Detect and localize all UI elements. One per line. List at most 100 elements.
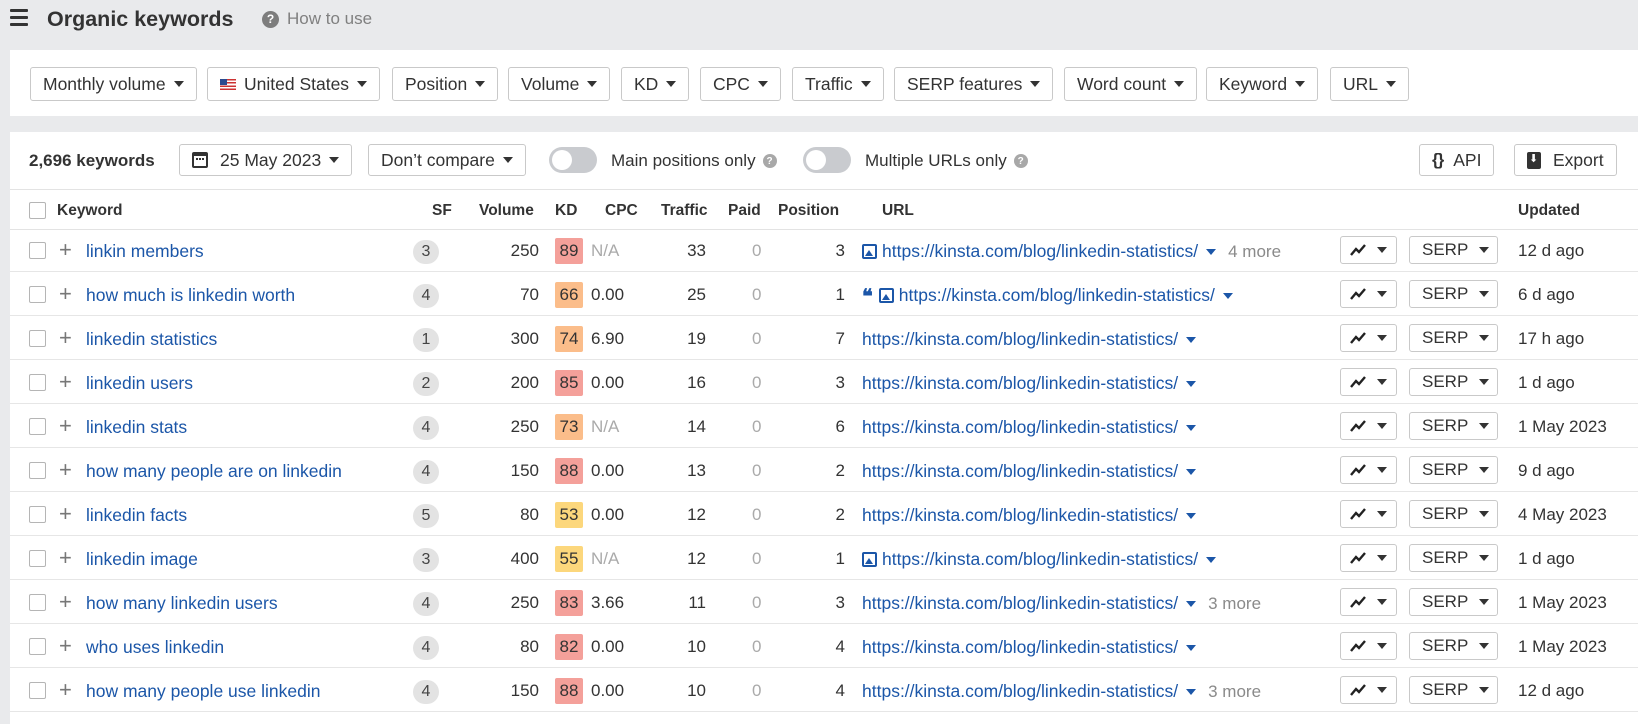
add-to-list-icon[interactable]: + bbox=[59, 327, 72, 349]
add-to-list-icon[interactable]: + bbox=[59, 459, 72, 481]
filter-monthly-volume[interactable]: Monthly volume bbox=[30, 67, 197, 101]
trend-chart-button[interactable] bbox=[1340, 588, 1397, 616]
serp-button[interactable]: SERP bbox=[1409, 456, 1498, 484]
sf-badge[interactable]: 2 bbox=[413, 372, 439, 396]
url-link[interactable]: https://kinsta.com/blog/linkedin-statist… bbox=[882, 241, 1198, 262]
col-volume[interactable]: Volume bbox=[479, 202, 534, 220]
trend-chart-button[interactable] bbox=[1340, 500, 1397, 528]
keyword-link[interactable]: linkedin facts bbox=[86, 505, 187, 526]
chevron-down-icon[interactable] bbox=[1186, 336, 1197, 343]
chevron-down-icon[interactable] bbox=[1186, 380, 1197, 387]
add-to-list-icon[interactable]: + bbox=[59, 283, 72, 305]
url-link[interactable]: https://kinsta.com/blog/linkedin-statist… bbox=[862, 461, 1178, 482]
serp-button[interactable]: SERP bbox=[1409, 676, 1498, 704]
sf-badge[interactable]: 4 bbox=[413, 592, 439, 616]
add-to-list-icon[interactable]: + bbox=[59, 415, 72, 437]
sf-badge[interactable]: 4 bbox=[413, 416, 439, 440]
keyword-link[interactable]: who uses linkedin bbox=[86, 637, 224, 658]
api-button[interactable]: {} API bbox=[1419, 144, 1495, 176]
keyword-link[interactable]: how many linkedin users bbox=[86, 593, 278, 614]
chevron-down-icon[interactable] bbox=[1186, 424, 1197, 431]
add-to-list-icon[interactable]: + bbox=[59, 679, 72, 701]
filter-url[interactable]: URL bbox=[1330, 67, 1410, 101]
keyword-link[interactable]: linkedin users bbox=[86, 373, 193, 394]
filter-word-count[interactable]: Word count bbox=[1064, 67, 1198, 101]
compare-dropdown[interactable]: Don’t compare bbox=[368, 144, 526, 176]
help-icon[interactable]: ? bbox=[762, 154, 777, 168]
row-checkbox[interactable] bbox=[29, 682, 46, 699]
row-checkbox[interactable] bbox=[29, 594, 46, 611]
serp-button[interactable]: SERP bbox=[1409, 236, 1498, 264]
chevron-down-icon[interactable] bbox=[1186, 644, 1197, 651]
col-traffic[interactable]: Traffic bbox=[661, 202, 708, 220]
url-link[interactable]: https://kinsta.com/blog/linkedin-statist… bbox=[862, 681, 1178, 702]
serp-button[interactable]: SERP bbox=[1409, 544, 1498, 572]
serp-button[interactable]: SERP bbox=[1409, 412, 1498, 440]
chevron-down-icon[interactable] bbox=[1186, 512, 1197, 519]
row-checkbox[interactable] bbox=[29, 550, 46, 567]
filter-country[interactable]: United States bbox=[207, 67, 381, 101]
sf-badge[interactable]: 3 bbox=[413, 548, 439, 572]
chevron-down-icon[interactable] bbox=[1206, 556, 1217, 563]
sf-badge[interactable]: 3 bbox=[413, 240, 439, 264]
filter-kd[interactable]: KD bbox=[621, 67, 690, 101]
row-checkbox[interactable] bbox=[29, 286, 46, 303]
chevron-down-icon[interactable] bbox=[1186, 600, 1197, 607]
col-updated[interactable]: Updated bbox=[1518, 202, 1580, 220]
url-link[interactable]: https://kinsta.com/blog/linkedin-statist… bbox=[862, 329, 1178, 350]
row-checkbox[interactable] bbox=[29, 330, 46, 347]
trend-chart-button[interactable] bbox=[1340, 412, 1397, 440]
add-to-list-icon[interactable]: + bbox=[59, 547, 72, 569]
trend-chart-button[interactable] bbox=[1340, 236, 1397, 264]
url-link[interactable]: https://kinsta.com/blog/linkedin-statist… bbox=[899, 285, 1215, 306]
add-to-list-icon[interactable]: + bbox=[59, 239, 72, 261]
trend-chart-button[interactable] bbox=[1340, 676, 1397, 704]
export-button[interactable]: Export bbox=[1514, 144, 1617, 176]
chevron-down-icon[interactable] bbox=[1206, 248, 1217, 255]
filter-volume[interactable]: Volume bbox=[508, 67, 611, 101]
add-to-list-icon[interactable]: + bbox=[59, 591, 72, 613]
sf-badge[interactable]: 4 bbox=[413, 284, 439, 308]
sf-badge[interactable]: 4 bbox=[413, 680, 439, 704]
serp-button[interactable]: SERP bbox=[1409, 324, 1498, 352]
sf-badge[interactable]: 5 bbox=[413, 504, 439, 528]
multiple-urls-toggle[interactable] bbox=[803, 147, 851, 173]
help-icon[interactable]: ? bbox=[1013, 154, 1028, 168]
col-url[interactable]: URL bbox=[882, 202, 914, 220]
url-link[interactable]: https://kinsta.com/blog/linkedin-statist… bbox=[862, 417, 1178, 438]
keyword-link[interactable]: linkedin stats bbox=[86, 417, 187, 438]
chevron-down-icon[interactable] bbox=[1186, 688, 1197, 695]
col-keyword[interactable]: Keyword bbox=[57, 202, 122, 220]
keyword-link[interactable]: how many people are on linkedin bbox=[86, 461, 342, 482]
serp-button[interactable]: SERP bbox=[1409, 632, 1498, 660]
row-checkbox[interactable] bbox=[29, 418, 46, 435]
add-to-list-icon[interactable]: + bbox=[59, 503, 72, 525]
filter-traffic[interactable]: Traffic bbox=[792, 67, 884, 101]
add-to-list-icon[interactable]: + bbox=[59, 635, 72, 657]
sf-badge[interactable]: 4 bbox=[413, 460, 439, 484]
url-link[interactable]: https://kinsta.com/blog/linkedin-statist… bbox=[862, 593, 1178, 614]
filter-cpc[interactable]: CPC bbox=[700, 67, 781, 101]
serp-button[interactable]: SERP bbox=[1409, 500, 1498, 528]
col-cpc[interactable]: CPC bbox=[605, 202, 638, 220]
url-link[interactable]: https://kinsta.com/blog/linkedin-statist… bbox=[882, 549, 1198, 570]
url-link[interactable]: https://kinsta.com/blog/linkedin-statist… bbox=[862, 637, 1178, 658]
more-urls-link[interactable]: 3 more bbox=[1208, 682, 1261, 702]
trend-chart-button[interactable] bbox=[1340, 280, 1397, 308]
url-link[interactable]: https://kinsta.com/blog/linkedin-statist… bbox=[862, 373, 1178, 394]
keyword-link[interactable]: how much is linkedin worth bbox=[86, 285, 295, 306]
more-urls-link[interactable]: 4 more bbox=[1228, 242, 1281, 262]
keyword-link[interactable]: linkin members bbox=[86, 241, 204, 262]
select-all-checkbox[interactable] bbox=[29, 202, 46, 219]
menu-icon[interactable] bbox=[10, 9, 28, 26]
row-checkbox[interactable] bbox=[29, 242, 46, 259]
row-checkbox[interactable] bbox=[29, 506, 46, 523]
filter-serp-features[interactable]: SERP features bbox=[894, 67, 1054, 101]
col-kd[interactable]: KD bbox=[555, 202, 577, 220]
keyword-link[interactable]: linkedin image bbox=[86, 549, 198, 570]
main-positions-toggle[interactable] bbox=[549, 147, 597, 173]
trend-chart-button[interactable] bbox=[1340, 632, 1397, 660]
row-checkbox[interactable] bbox=[29, 374, 46, 391]
row-checkbox[interactable] bbox=[29, 462, 46, 479]
col-position[interactable]: Position bbox=[778, 202, 839, 220]
